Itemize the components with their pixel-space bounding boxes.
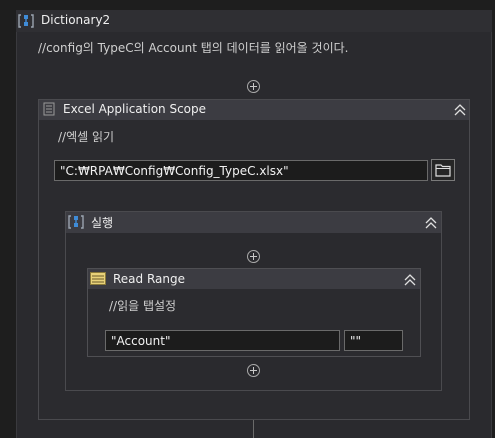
browse-folder-button[interactable] [431, 159, 455, 181]
excel-scope-icon [43, 102, 55, 116]
sequence-title: Dictionary2 [41, 13, 111, 27]
execute-title: 실행 [91, 216, 114, 230]
add-activity-icon[interactable] [247, 250, 260, 263]
collapse-chevrons-icon[interactable] [453, 103, 467, 117]
read-range-title: Read Range [113, 272, 185, 286]
range-input[interactable]: "" [344, 330, 403, 351]
read-range-icon [90, 272, 106, 285]
sequence-annotation: //config의 TypeC의 Account 탭의 데이터를 읽어올 것이다… [38, 41, 349, 55]
sequence-icon [68, 215, 84, 229]
connector-line [253, 420, 254, 438]
excel-scope-title: Excel Application Scope [63, 102, 207, 116]
folder-icon [435, 164, 451, 177]
workbook-path-input[interactable]: "C:₩RPA₩Config₩Config_TypeC.xlsx" [54, 160, 428, 181]
collapse-chevrons-icon[interactable] [424, 216, 438, 230]
read-range-annotation: //읽을 탭설정 [109, 299, 177, 313]
sequence-execute-header[interactable] [66, 212, 441, 233]
add-activity-icon[interactable] [247, 80, 260, 93]
sheet-name-input[interactable]: "Account" [105, 330, 340, 351]
sequence-icon [18, 14, 34, 28]
excel-scope-annotation: //엑셀 읽기 [58, 130, 115, 144]
collapse-chevrons-icon[interactable] [403, 273, 417, 287]
add-activity-icon[interactable] [247, 364, 260, 377]
